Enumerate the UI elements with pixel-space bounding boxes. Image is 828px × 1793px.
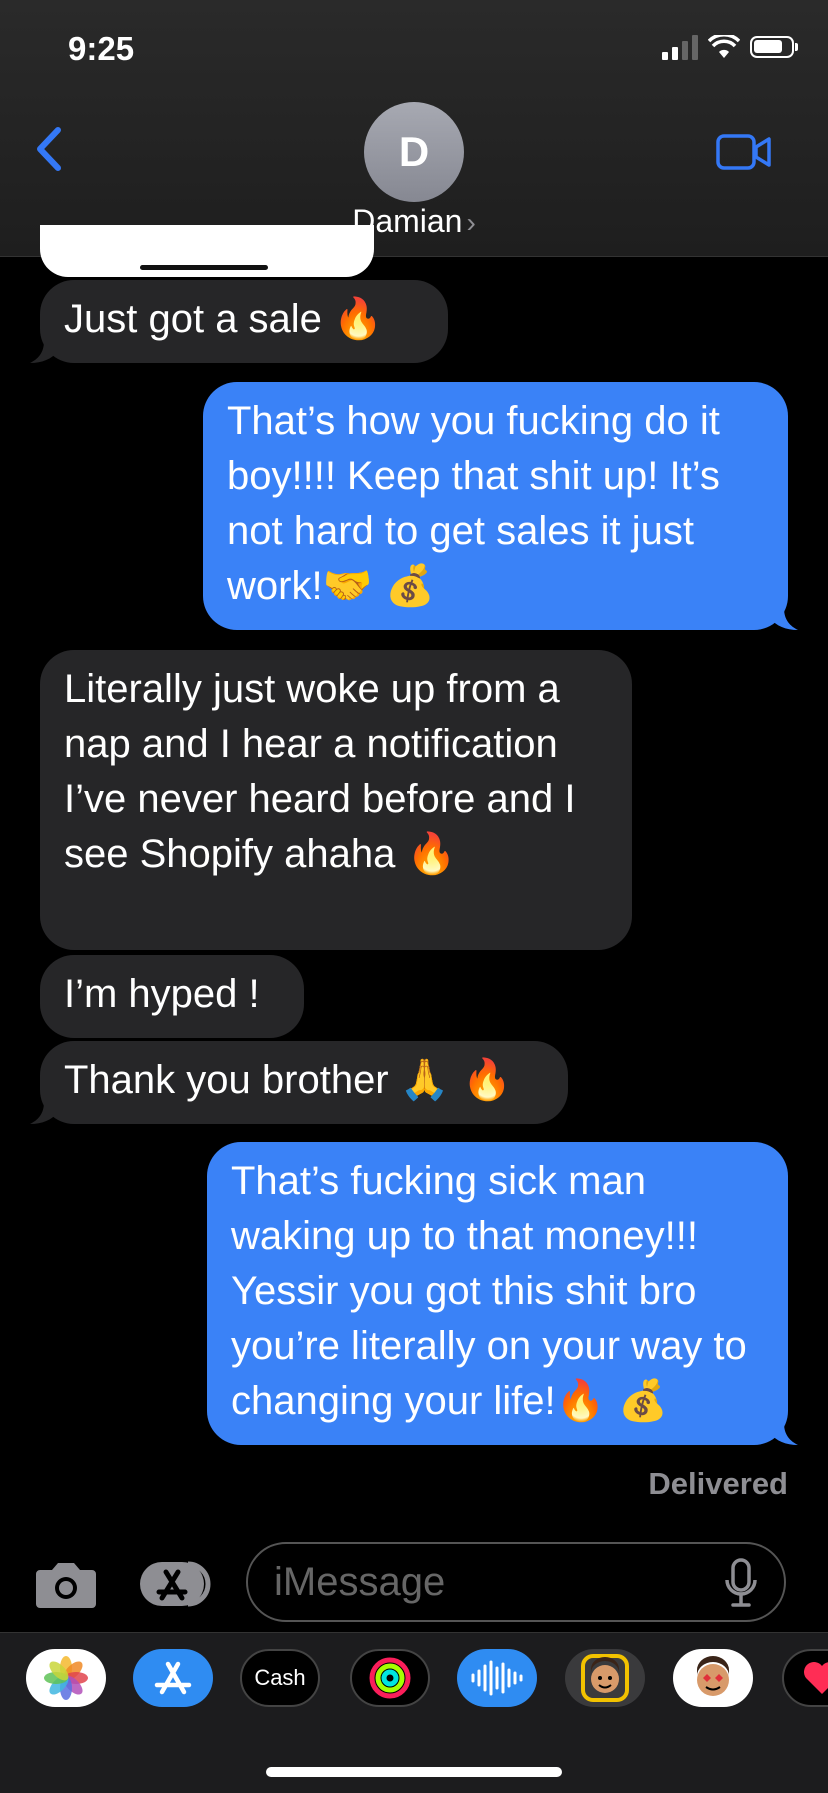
message-outgoing[interactable]: That’s fucking sick man waking up to tha…	[207, 1142, 798, 1445]
apple-cash-icon[interactable]: Cash	[240, 1649, 320, 1707]
contact-avatar[interactable]: D	[364, 102, 464, 202]
partial-attachment-bubble[interactable]	[40, 225, 374, 277]
compose-bar: iMessage	[0, 1538, 828, 1630]
camera-icon[interactable]	[34, 1560, 98, 1608]
status-time: 9:25	[68, 30, 135, 67]
cellular-signal-icon	[662, 34, 698, 60]
message-outgoing[interactable]: That’s how you fucking do it boy!!!! Kee…	[203, 382, 798, 630]
conversation-header: 9:25 D Damian ›	[0, 0, 828, 257]
handshake-moneybag-emoji: 🤝 💰	[322, 563, 435, 609]
message-incoming[interactable]: I’m hyped !	[40, 955, 304, 1038]
digital-touch-icon[interactable]	[782, 1649, 828, 1707]
fire-moneybag-emoji: 🔥 💰	[555, 1378, 668, 1424]
status-icons	[662, 34, 798, 60]
app-store-drawer-icon[interactable]	[138, 1560, 214, 1608]
imessage-placeholder: iMessage	[274, 1560, 446, 1604]
photos-icon[interactable]	[26, 1649, 106, 1707]
back-chevron-icon[interactable]	[30, 124, 70, 174]
activity-icon[interactable]	[350, 1649, 430, 1707]
message-incoming[interactable]: Thank you brother 🙏 🔥	[30, 1041, 568, 1124]
delivered-status: Delivered	[648, 1466, 788, 1501]
battery-icon	[750, 36, 798, 58]
imessage-app-drawer: Cash	[0, 1632, 828, 1793]
fire-emoji: 🔥	[406, 831, 457, 877]
message-incoming[interactable]: Just got a sale 🔥	[30, 280, 448, 363]
appstore-icon[interactable]	[133, 1649, 213, 1707]
microphone-icon[interactable]	[724, 1558, 758, 1608]
imessage-input[interactable]: iMessage	[246, 1542, 786, 1622]
audio-waveform-icon[interactable]	[457, 1649, 537, 1707]
pray-fire-emoji: 🙏 🔥	[399, 1057, 513, 1103]
home-indicator	[266, 1767, 562, 1777]
message-incoming[interactable]: Literally just woke up from a nap and I …	[40, 650, 632, 950]
fire-emoji: 🔥	[333, 296, 383, 342]
memoji-stickers-icon[interactable]	[673, 1649, 753, 1707]
facetime-video-icon[interactable]	[716, 134, 772, 170]
memoji-icon[interactable]	[565, 1649, 645, 1707]
wifi-icon	[708, 35, 740, 58]
chevron-right-icon: ›	[466, 207, 476, 238]
